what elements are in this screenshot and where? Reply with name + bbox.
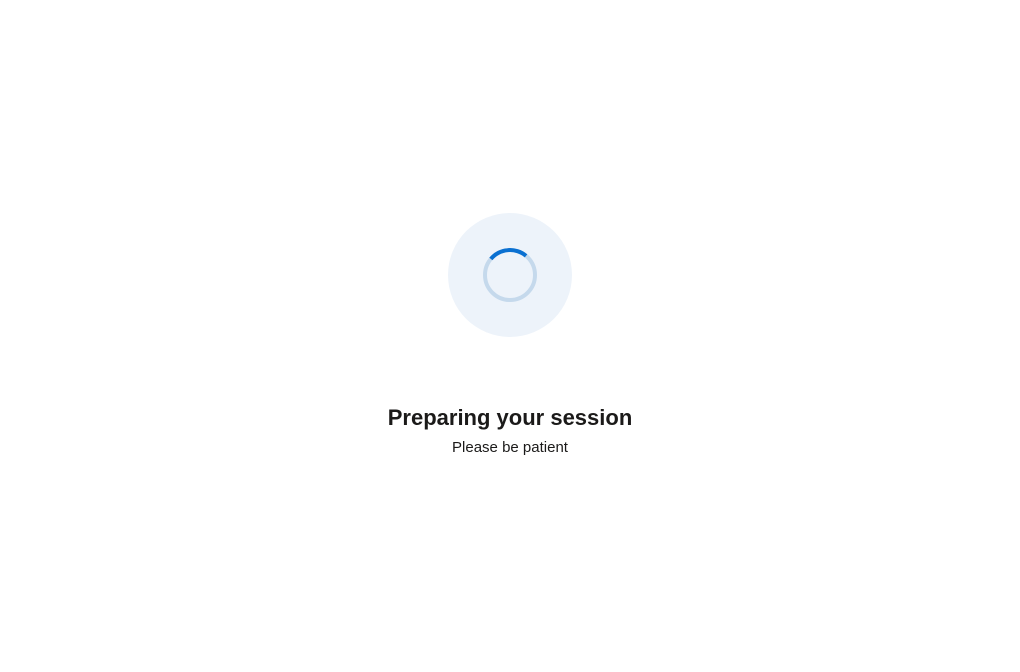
spinner-arc (481, 246, 540, 305)
loading-subtext: Please be patient (452, 439, 568, 456)
loading-spinner-icon (483, 248, 537, 302)
loading-heading: Preparing your session (388, 405, 633, 431)
spinner-container (448, 213, 572, 337)
